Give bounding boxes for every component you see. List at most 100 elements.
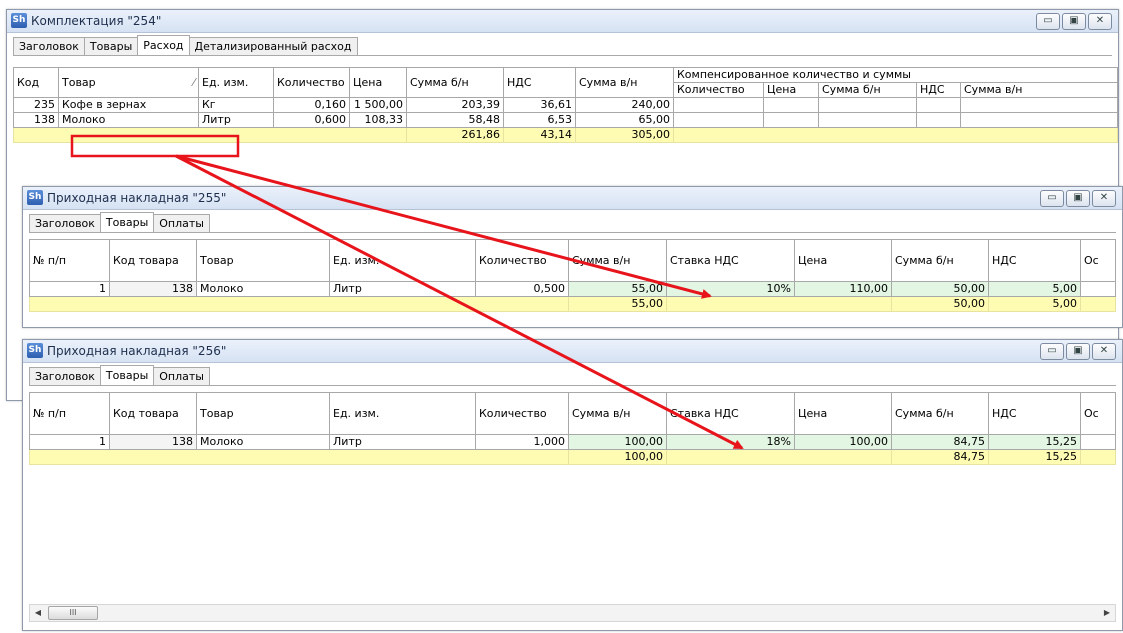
cell-ed[interactable]: Литр [329, 434, 476, 450]
table-row[interactable]: 138 Молоко Литр 0,600 108,33 58,48 6,53 … [13, 112, 1118, 128]
cell-kolichestvo[interactable]: 1,000 [475, 434, 569, 450]
tab-oplaty[interactable]: Оплаты [153, 214, 210, 232]
col-header-comp-cena[interactable]: Цена [763, 82, 819, 98]
cell-summa-bn[interactable]: 58,48 [406, 112, 504, 128]
col-header-stavka-nds[interactable]: Ставка НДС [666, 239, 795, 282]
tab-tovary[interactable]: Товары [99, 212, 155, 232]
minimize-icon[interactable]: ▭ [1040, 343, 1064, 360]
cell-ed[interactable]: Литр [198, 112, 274, 128]
cell-empty[interactable] [916, 97, 961, 113]
cell-stavka-nds[interactable]: 18% [666, 434, 795, 450]
col-header-comp-kolichestvo[interactable]: Количество [673, 82, 764, 98]
col-header-comp-summa-vn[interactable]: Сумма в/н [959, 82, 1118, 98]
col-header-nds[interactable]: НДС [503, 67, 576, 98]
col-header-kolichestvo[interactable]: Количество [273, 67, 350, 98]
cell-empty[interactable] [673, 112, 764, 128]
cell-empty[interactable] [959, 112, 1118, 128]
maximize-icon[interactable]: ▣ [1066, 343, 1090, 360]
cell-cena[interactable]: 1 500,00 [349, 97, 407, 113]
title-bar[interactable]: Sh Приходная накладная "256" ▭ ▣ ✕ [23, 340, 1122, 363]
col-header-kod[interactable]: Код [13, 67, 59, 98]
tab-tovary[interactable]: Товары [99, 365, 155, 385]
tab-zagolovok[interactable]: Заголовок [29, 214, 101, 232]
minimize-icon[interactable]: ▭ [1040, 190, 1064, 207]
cell-kolichestvo[interactable]: 0,500 [475, 281, 569, 297]
tab-rashod[interactable]: Расход [137, 35, 190, 55]
col-header-summa-vn[interactable]: Сумма в/н [575, 67, 674, 98]
cell-stavka-nds[interactable]: 10% [666, 281, 795, 297]
col-header-ed[interactable]: Ед. изм. [329, 239, 476, 282]
cell-kod-tovara[interactable]: 138 [109, 434, 197, 450]
cell-tovar[interactable]: Молоко [196, 434, 330, 450]
col-header-comp-nds[interactable]: НДС [916, 82, 961, 98]
col-header-comp-summa-bn[interactable]: Сумма б/н [818, 82, 917, 98]
cell-empty[interactable] [763, 97, 819, 113]
scroll-thumb[interactable]: III [48, 606, 98, 620]
scroll-left-icon[interactable]: ◀ [30, 605, 46, 621]
col-header-kod-tovara[interactable]: Код товара [109, 239, 197, 282]
title-bar[interactable]: Sh Комплектация "254" ▭ ▣ ✕ [7, 10, 1118, 33]
col-header-ostatok[interactable]: Ос [1080, 392, 1116, 435]
cell-empty[interactable] [818, 97, 917, 113]
scroll-right-icon[interactable]: ▶ [1099, 605, 1115, 621]
cell-nds[interactable]: 36,61 [503, 97, 576, 113]
tab-oplaty[interactable]: Оплаты [153, 367, 210, 385]
cell-cena[interactable]: 110,00 [794, 281, 892, 297]
cell-tovar[interactable]: Молоко [196, 281, 330, 297]
col-header-kolichestvo[interactable]: Количество [475, 239, 569, 282]
cell-summa-vn[interactable]: 65,00 [575, 112, 674, 128]
cell-summa-bn[interactable]: 84,75 [891, 434, 989, 450]
table-row[interactable]: 235 Кофе в зернах Кг 0,160 1 500,00 203,… [13, 97, 1118, 113]
table-row[interactable]: 1 138 Молоко Литр 0,500 55,00 10% 110,00… [29, 281, 1116, 297]
col-header-nds[interactable]: НДС [988, 392, 1081, 435]
cell-summa-bn[interactable]: 203,39 [406, 97, 504, 113]
cell-ed[interactable]: Кг [198, 97, 274, 113]
cell-tovar[interactable]: Кофе в зернах [58, 97, 199, 113]
cell-summa-vn[interactable]: 100,00 [568, 434, 667, 450]
cell-nds[interactable]: 5,00 [988, 281, 1081, 297]
cell-tovar[interactable]: Молоко [58, 112, 199, 128]
cell-kod-tovara[interactable]: 138 [109, 281, 197, 297]
maximize-icon[interactable]: ▣ [1062, 13, 1086, 30]
cell-kolichestvo[interactable]: 0,600 [273, 112, 350, 128]
cell-ostatok[interactable] [1080, 281, 1116, 297]
close-icon[interactable]: ✕ [1092, 343, 1116, 360]
col-header-ed[interactable]: Ед. изм. [329, 392, 476, 435]
col-header-nds[interactable]: НДС [988, 239, 1081, 282]
col-header-ed[interactable]: Ед. изм. [198, 67, 274, 98]
col-header-kolichestvo[interactable]: Количество [475, 392, 569, 435]
cell-cena[interactable]: 108,33 [349, 112, 407, 128]
col-header-summa-bn[interactable]: Сумма б/н [406, 67, 504, 98]
minimize-icon[interactable]: ▭ [1036, 13, 1060, 30]
col-header-num[interactable]: № п/п [29, 392, 110, 435]
col-header-summa-bn[interactable]: Сумма б/н [891, 239, 989, 282]
cell-ed[interactable]: Литр [329, 281, 476, 297]
cell-num[interactable]: 1 [29, 434, 110, 450]
close-icon[interactable]: ✕ [1092, 190, 1116, 207]
col-header-tovar[interactable]: Товар ⁄ [58, 67, 199, 98]
col-header-summa-vn[interactable]: Сумма в/н [568, 239, 667, 282]
col-header-ostatok[interactable]: Ос [1080, 239, 1116, 282]
cell-empty[interactable] [763, 112, 819, 128]
title-bar[interactable]: Sh Приходная накладная "255" ▭ ▣ ✕ [23, 187, 1122, 210]
close-icon[interactable]: ✕ [1088, 13, 1112, 30]
cell-ostatok[interactable] [1080, 434, 1116, 450]
col-header-tovar[interactable]: Товар [196, 392, 330, 435]
col-header-cena[interactable]: Цена [794, 239, 892, 282]
table-row[interactable]: 1 138 Молоко Литр 1,000 100,00 18% 100,0… [29, 434, 1116, 450]
col-header-num[interactable]: № п/п [29, 239, 110, 282]
horizontal-scrollbar[interactable]: ◀ III ▶ [29, 604, 1116, 622]
col-header-tovar[interactable]: Товар [196, 239, 330, 282]
col-header-cena[interactable]: Цена [349, 67, 407, 98]
cell-summa-bn[interactable]: 50,00 [891, 281, 989, 297]
col-header-kod-tovara[interactable]: Код товара [109, 392, 197, 435]
cell-nds[interactable]: 6,53 [503, 112, 576, 128]
cell-num[interactable]: 1 [29, 281, 110, 297]
maximize-icon[interactable]: ▣ [1066, 190, 1090, 207]
col-header-cena[interactable]: Цена [794, 392, 892, 435]
cell-cena[interactable]: 100,00 [794, 434, 892, 450]
cell-summa-vn[interactable]: 240,00 [575, 97, 674, 113]
tab-detalizirovannyi-rashod[interactable]: Детализированный расход [188, 37, 358, 55]
tab-zagolovok[interactable]: Заголовок [13, 37, 85, 55]
col-header-summa-vn[interactable]: Сумма в/н [568, 392, 667, 435]
